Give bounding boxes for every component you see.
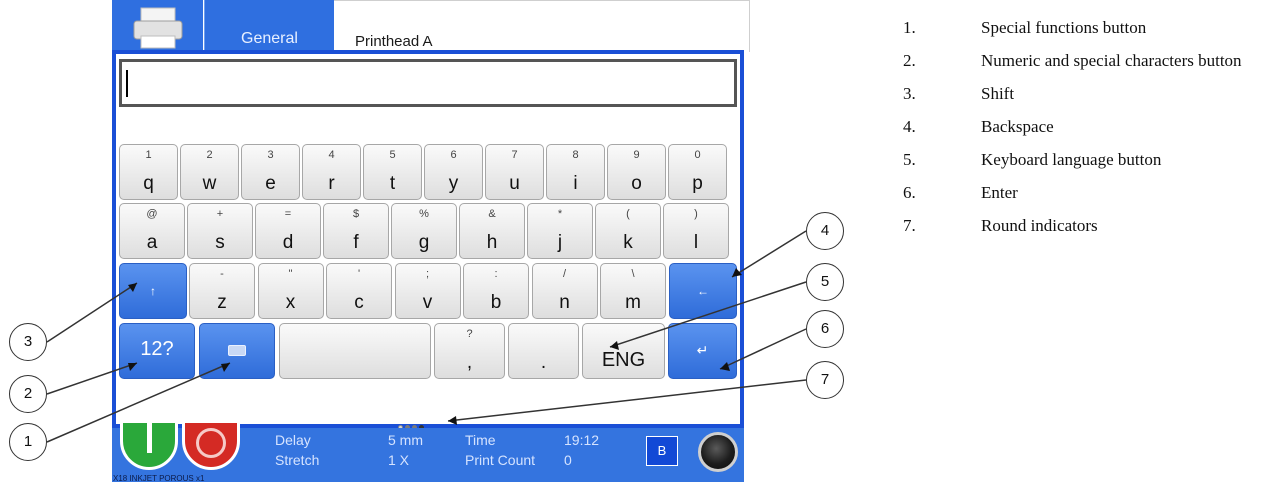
legend-item: 6. Enter bbox=[903, 182, 1283, 203]
legend-text: Numeric and special characters button bbox=[981, 51, 1242, 70]
legend-text: Round indicators bbox=[981, 216, 1098, 235]
legend-text: Backspace bbox=[981, 117, 1054, 136]
legend-item: 3. Shift bbox=[903, 83, 1283, 104]
callout-7: 7 bbox=[806, 361, 844, 399]
legend-text: Shift bbox=[981, 84, 1015, 103]
legend-item: 2. Numeric and special characters button bbox=[903, 50, 1283, 71]
callout-2: 2 bbox=[9, 375, 47, 413]
legend-text: Keyboard language button bbox=[981, 150, 1162, 169]
legend-number: 6. bbox=[903, 183, 916, 202]
legend-number: 4. bbox=[903, 117, 916, 136]
callout-5: 5 bbox=[806, 263, 844, 301]
legend: 1. Special functions button 2. Numeric and … bbox=[903, 17, 1283, 248]
callout-6: 6 bbox=[806, 310, 844, 348]
legend-number: 1. bbox=[903, 18, 916, 37]
legend-text: Enter bbox=[981, 183, 1018, 202]
legend-number: 3. bbox=[903, 84, 916, 103]
legend-text: Special functions button bbox=[981, 18, 1147, 37]
legend-item: 7. Round indicators bbox=[903, 215, 1283, 236]
callout-4: 4 bbox=[806, 212, 844, 250]
legend-item: 1. Special functions button bbox=[903, 17, 1283, 38]
legend-item: 4. Backspace bbox=[903, 116, 1283, 137]
legend-item: 5. Keyboard language button bbox=[903, 149, 1283, 170]
legend-number: 7. bbox=[903, 216, 916, 235]
callout-1: 1 bbox=[9, 423, 47, 461]
callout-3: 3 bbox=[9, 323, 47, 361]
legend-number: 2. bbox=[903, 51, 916, 70]
legend-number: 5. bbox=[903, 150, 916, 169]
